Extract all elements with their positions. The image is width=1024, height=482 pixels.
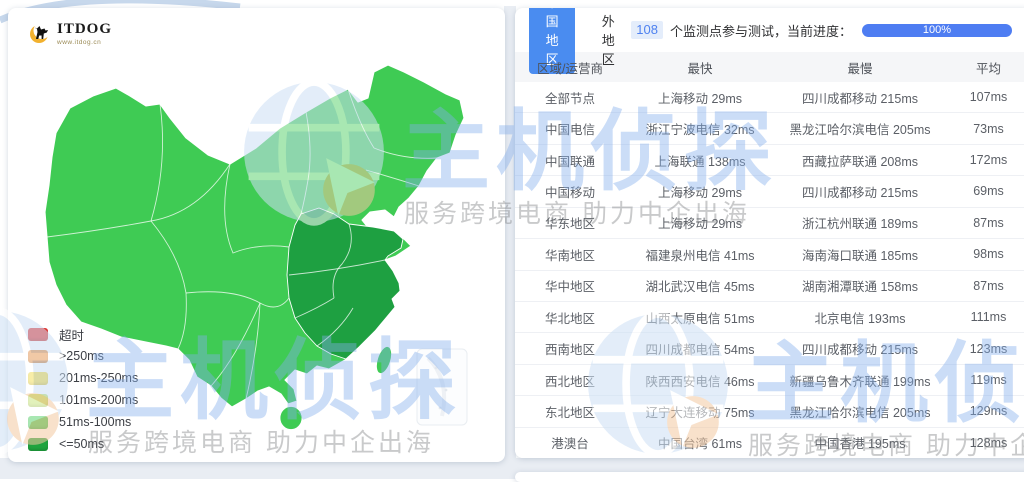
table-cell: 73ms bbox=[973, 121, 1004, 136]
monitor-count-badge: 108 bbox=[631, 21, 663, 39]
table-cell: 东北地区 bbox=[544, 405, 595, 420]
table-cell: 四川成都移动 215ms bbox=[802, 91, 918, 106]
col-header-region: 区域/运营商 bbox=[537, 61, 603, 76]
table-cell: 123ms bbox=[969, 341, 1008, 356]
next-card-top-edge bbox=[515, 472, 1024, 482]
legend-item: <=50ms bbox=[28, 437, 138, 451]
table-row[interactable]: 华南地区 福建泉州电信 41ms 海南海口联通 185ms 98ms bbox=[515, 239, 1024, 271]
table-row[interactable]: 中国电信 浙江宁波电信 32ms 黑龙江哈尔滨电信 205ms 73ms bbox=[515, 113, 1024, 145]
monitor-label: 个监测点参与测试，当前进度： bbox=[669, 23, 852, 39]
table-cell: 上海联通 138ms bbox=[654, 154, 746, 169]
legend-color-chip bbox=[28, 327, 48, 341]
table-cell: 172ms bbox=[969, 153, 1008, 168]
table-cell: 湖南湘潭联通 158ms bbox=[802, 280, 918, 295]
legend-color-chip bbox=[28, 393, 48, 407]
table-cell: 浙江杭州联通 189ms bbox=[802, 217, 918, 232]
table-cell: 119ms bbox=[970, 373, 1007, 387]
itdog-dog-icon bbox=[30, 22, 51, 43]
map-card: ITDOG www.itdog.cn 超时 >250ms 201ms-250ms… bbox=[8, 8, 505, 462]
progress-bar: 100% bbox=[862, 23, 1012, 37]
table-cell: 西南地区 bbox=[544, 343, 595, 358]
taiwan-island bbox=[376, 346, 392, 374]
hainan-island bbox=[279, 406, 303, 430]
table-cell: 西北地区 bbox=[544, 374, 595, 389]
table-cell: 福建泉州电信 41ms bbox=[645, 248, 755, 263]
table-cell: 中国联通 bbox=[544, 154, 595, 169]
itdog-logo[interactable]: ITDOG www.itdog.cn bbox=[28, 18, 112, 46]
table-cell: 中国台湾 61ms bbox=[657, 437, 743, 452]
table-cell: 黑龙江哈尔滨电信 205ms bbox=[789, 123, 931, 138]
table-cell: 浙江宁波电信 32ms bbox=[645, 123, 755, 138]
legend-item: 101ms-200ms bbox=[28, 393, 138, 407]
legend-label: >250ms bbox=[59, 349, 104, 363]
table-row[interactable]: 西北地区 陕西西安电信 46ms 新疆乌鲁木齐联通 199ms 119ms bbox=[515, 364, 1024, 397]
table-cell: 上海移动 29ms bbox=[657, 217, 743, 232]
table-cell: 87ms bbox=[973, 278, 1004, 293]
results-card: 中国地区 海外地区 108 个监测点参与测试，当前进度： 100% 区域/运营商… bbox=[515, 8, 1024, 458]
table-cell: 北京电信 193ms bbox=[814, 311, 906, 326]
table-cell: 111ms bbox=[970, 310, 1007, 325]
table-cell: 新疆乌鲁木齐联通 199ms bbox=[789, 374, 931, 389]
table-row[interactable]: 中国移动 上海移动 29ms 四川成都移动 215ms 69ms bbox=[515, 176, 1024, 208]
col-header-fastest: 最快 bbox=[687, 61, 713, 76]
table-cell: 华中地区 bbox=[544, 280, 595, 295]
table-cell: 129ms bbox=[969, 404, 1008, 419]
table-cell: 华南地区 bbox=[544, 248, 595, 263]
col-header-slowest: 最慢 bbox=[847, 61, 873, 76]
table-cell: 中国移动 bbox=[544, 185, 595, 200]
table-cell: 湖北武汉电信 45ms bbox=[645, 280, 755, 295]
table-row[interactable]: 华中地区 湖北武汉电信 45ms 湖南湘潭联通 158ms 87ms bbox=[515, 270, 1024, 302]
table-row[interactable]: 西南地区 四川成都电信 54ms 四川成都移动 215ms 123ms bbox=[515, 333, 1024, 365]
legend-color-chip bbox=[28, 415, 48, 429]
table-row[interactable]: 华东地区 上海移动 29ms 浙江杭州联通 189ms 87ms bbox=[515, 207, 1024, 240]
panel-header: 中国地区 海外地区 108 个监测点参与测试，当前进度： 100% bbox=[515, 8, 1024, 74]
table-cell: 华东地区 bbox=[544, 217, 595, 232]
table-cell: 海南海口联通 185ms bbox=[802, 248, 918, 263]
table-cell: 四川成都移动 215ms bbox=[802, 185, 918, 200]
table-cell: 中国电信 bbox=[544, 123, 595, 138]
logo-subtitle: www.itdog.cn bbox=[57, 39, 102, 46]
legend-item: >250ms bbox=[28, 349, 138, 363]
legend-item: 201ms-250ms bbox=[28, 371, 138, 385]
legend-label: 超时 bbox=[59, 328, 85, 343]
legend-color-chip bbox=[28, 371, 48, 385]
table-cell: 华北地区 bbox=[544, 311, 595, 326]
col-header-average: 平均 bbox=[975, 61, 1001, 76]
table-cell: 港澳台 bbox=[551, 437, 589, 452]
table-cell: 全部节点 bbox=[544, 91, 595, 106]
table-cell: 98ms bbox=[973, 247, 1004, 262]
table-cell: 四川成都电信 54ms bbox=[645, 343, 755, 358]
table-row[interactable]: 华北地区 山西太原电信 51ms 北京电信 193ms 111ms bbox=[515, 301, 1024, 334]
table-row[interactable]: 东北地区 辽宁大连移动 75ms 黑龙江哈尔滨电信 205ms 129ms bbox=[515, 396, 1024, 428]
table-cell: 山西太原电信 51ms bbox=[645, 311, 755, 326]
table-cell: 辽宁大连移动 75ms bbox=[645, 405, 755, 420]
logo-title: ITDOG bbox=[57, 21, 113, 37]
table-row[interactable]: 港澳台 中国台湾 61ms 中国香港 195ms 128ms bbox=[515, 427, 1024, 458]
legend-label: 101ms-200ms bbox=[59, 393, 139, 407]
legend-label: 201ms-250ms bbox=[59, 371, 139, 385]
table-cell: 87ms bbox=[973, 215, 1004, 230]
progress-value: 100% bbox=[922, 23, 952, 36]
table-cell: 上海移动 29ms bbox=[657, 91, 743, 106]
south-china-sea-inset bbox=[416, 348, 468, 426]
table-row[interactable]: 全部节点 上海移动 29ms 四川成都移动 215ms 107ms bbox=[515, 82, 1024, 114]
table-cell: 西藏拉萨联通 208ms bbox=[802, 154, 918, 169]
legend-label: <=50ms bbox=[59, 437, 105, 451]
legend-item: 超时 bbox=[28, 327, 138, 343]
table-row[interactable]: 中国联通 上海联通 138ms 西藏拉萨联通 208ms 172ms bbox=[515, 144, 1024, 177]
table-cell: 陕西西安电信 46ms bbox=[645, 374, 755, 389]
table-cell: 128ms bbox=[969, 435, 1008, 450]
latency-table-body: 全部节点 上海移动 29ms 四川成都移动 215ms 107ms 中国电信 浙江宁波电信… bbox=[515, 82, 1024, 458]
legend-color-chip bbox=[28, 349, 48, 363]
legend-label: 51ms-100ms bbox=[59, 415, 132, 429]
map-legend: 超时 >250ms 201ms-250ms 101ms-200ms 51ms-100ms… bbox=[28, 327, 138, 451]
table-cell: 四川成都移动 215ms bbox=[802, 343, 918, 358]
table-cell: 上海移动 29ms bbox=[657, 185, 743, 200]
legend-color-chip bbox=[28, 437, 48, 451]
legend-item: 51ms-100ms bbox=[28, 415, 138, 429]
table-cell: 黑龙江哈尔滨电信 205ms bbox=[789, 405, 931, 420]
table-cell: 中国香港 195ms bbox=[814, 437, 906, 452]
table-cell: 69ms bbox=[973, 184, 1004, 199]
table-cell: 107ms bbox=[969, 90, 1008, 105]
